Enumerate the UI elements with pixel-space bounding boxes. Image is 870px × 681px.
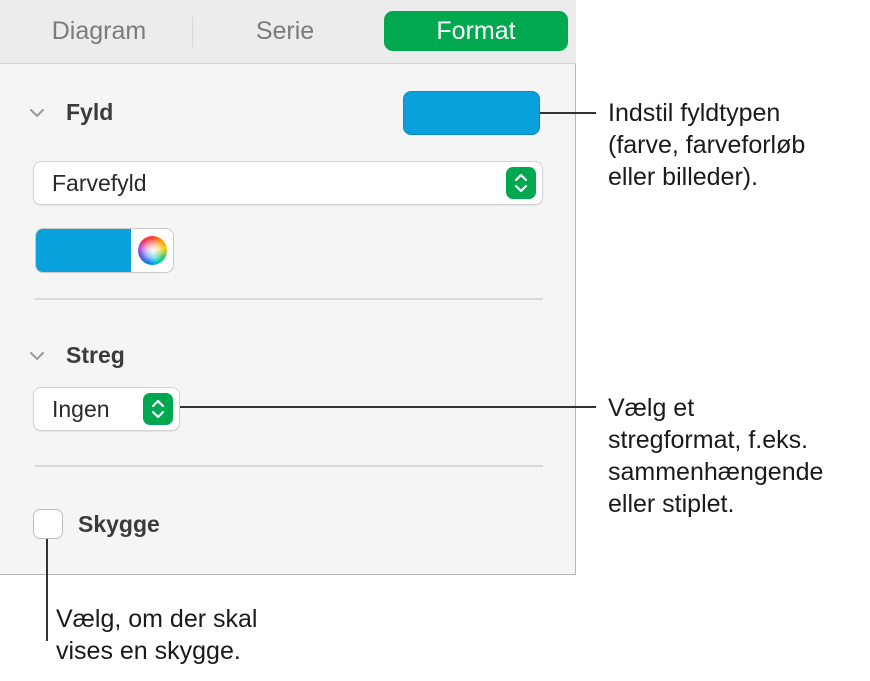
section-divider	[35, 298, 543, 300]
fill-callout: Indstil fyldtypen (farve, farveforløb el…	[608, 97, 805, 193]
fill-type-popup[interactable]: Farvefyld	[33, 161, 543, 205]
color-swatch[interactable]	[36, 229, 131, 272]
tab-separator	[192, 17, 193, 47]
fill-type-value: Farvefyld	[52, 170, 147, 196]
chevron-down-icon[interactable]	[29, 351, 45, 361]
color-well[interactable]	[35, 228, 174, 273]
callout-line: stregformat, f.eks.	[608, 426, 809, 454]
chevron-down-icon[interactable]	[29, 108, 45, 118]
shadow-callout-line	[46, 539, 48, 641]
section-divider	[35, 465, 543, 467]
callout-line: sammenhængende	[608, 458, 824, 486]
stroke-callout: Vælg et stregformat, f.eks. sammenhængen…	[608, 392, 823, 520]
callout-line: Indstil fyldtypen	[608, 99, 781, 127]
tab-format[interactable]: Format	[384, 11, 568, 51]
shadow-label: Skygge	[78, 511, 160, 537]
callout-line: (farve, farveforløb	[608, 131, 806, 159]
stroke-callout-line	[180, 406, 596, 408]
callout-line: vises en skygge.	[56, 637, 241, 665]
shadow-checkbox[interactable]	[33, 509, 63, 539]
stroke-section-title: Streg	[66, 342, 125, 368]
stroke-type-popup[interactable]: Ingen	[33, 387, 180, 431]
tab-serie[interactable]: Serie	[200, 11, 370, 51]
stroke-type-value: Ingen	[52, 396, 110, 422]
format-sidebar: Diagram Serie Format Fyld Farvefyld Stre…	[0, 0, 576, 575]
color-wheel-icon[interactable]	[138, 236, 167, 265]
up-down-arrows-icon	[143, 393, 173, 425]
fill-section-title: Fyld	[66, 99, 114, 125]
shadow-callout: Vælg, om der skal vises en skygge.	[56, 603, 257, 667]
callout-line: Vælg, om der skal	[56, 605, 258, 633]
fill-callout-line	[540, 112, 596, 114]
callout-line: eller stiplet.	[608, 490, 735, 518]
tab-bar: Diagram Serie Format	[0, 0, 576, 64]
callout-line: eller billeder).	[608, 163, 759, 191]
fill-color-button[interactable]	[403, 91, 540, 135]
up-down-arrows-icon	[506, 167, 536, 199]
tab-diagram[interactable]: Diagram	[14, 11, 184, 51]
callout-line: Vælg et	[608, 394, 695, 422]
